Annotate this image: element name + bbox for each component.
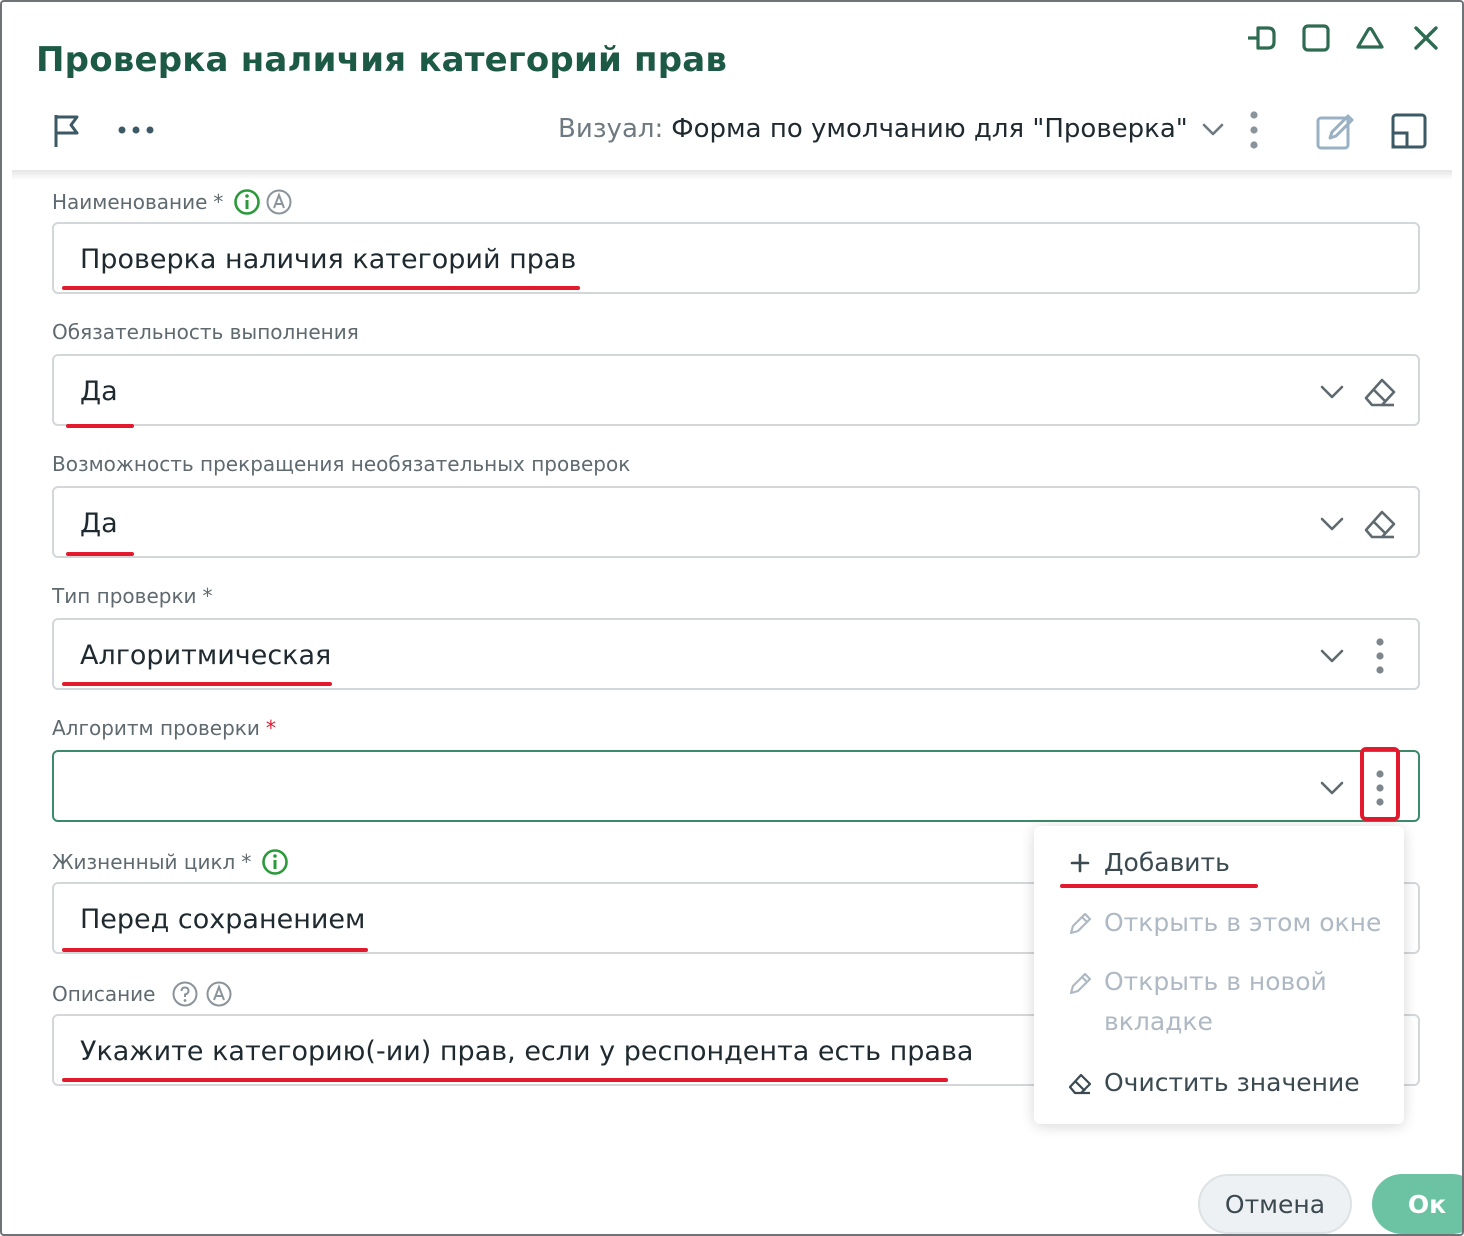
check-type-select-value: Алгоритмическая xyxy=(80,640,332,671)
menu-item-label: Открыть в новой xyxy=(1104,967,1327,996)
eraser-icon[interactable] xyxy=(1360,504,1400,544)
description-input-value: Укажите категорию(-ии) прав, если у респ… xyxy=(80,1036,974,1067)
pencil-icon xyxy=(1069,972,1092,995)
chevron-down-icon xyxy=(1202,123,1224,136)
required-mark: * xyxy=(202,584,213,608)
description-field-label: Описание xyxy=(52,980,233,1008)
plus-icon xyxy=(1070,853,1090,873)
eraser-icon xyxy=(1068,1073,1092,1095)
more-vertical-icon[interactable] xyxy=(1368,634,1392,678)
close-icon[interactable] xyxy=(1406,20,1446,56)
highlight-underline xyxy=(62,286,580,290)
mandatory-field-label: Обязательность выполнения xyxy=(52,320,359,344)
menu-item-add[interactable]: Добавить xyxy=(1066,848,1230,878)
chevron-down-icon[interactable] xyxy=(1318,510,1346,538)
highlight-underline xyxy=(62,1078,948,1082)
highlight-underline xyxy=(66,424,134,428)
more-horizontal-icon[interactable] xyxy=(114,114,158,146)
pencil-icon xyxy=(1069,912,1092,935)
mandatory-select-value: Да xyxy=(80,376,118,407)
eraser-icon[interactable] xyxy=(1360,372,1400,412)
highlight-underline xyxy=(62,948,368,952)
visual-selector[interactable]: Визуал: Форма по умолчанию для "Проверка… xyxy=(558,114,1226,144)
name-input-value: Проверка наличия категорий прав xyxy=(80,244,577,275)
toolbar-shadow xyxy=(12,170,1452,180)
name-field-label: Наименование * xyxy=(52,188,293,216)
auto-translate-icon[interactable] xyxy=(265,188,293,216)
more-vertical-icon[interactable] xyxy=(1240,108,1268,152)
mandatory-select[interactable]: Да xyxy=(52,354,1420,426)
lifecycle-select-value: Перед сохранением xyxy=(80,904,366,935)
highlight-box xyxy=(1360,747,1400,821)
description-label-text: Описание xyxy=(52,982,156,1006)
check-type-label-text: Тип проверки xyxy=(52,584,197,608)
required-mark: * xyxy=(213,190,224,214)
highlight-underline xyxy=(1060,884,1258,888)
termination-label-text: Возможность прекращения необязательных п… xyxy=(52,452,631,476)
check-type-field-label: Тип проверки * xyxy=(52,584,213,608)
highlight-underline xyxy=(66,552,134,556)
chevron-down-icon[interactable] xyxy=(1318,774,1346,802)
edit-form-icon[interactable] xyxy=(1312,108,1358,154)
chevron-down-icon[interactable] xyxy=(1318,642,1346,670)
help-icon[interactable] xyxy=(171,980,199,1008)
termination-field-label: Возможность прекращения необязательных п… xyxy=(52,452,630,476)
name-label-text: Наименование xyxy=(52,190,208,214)
mandatory-label-text: Обязательность выполнения xyxy=(52,320,359,344)
highlight-underline xyxy=(62,682,332,686)
algorithm-label-text: Алгоритм проверки xyxy=(52,716,260,740)
menu-item-label: Открыть в этом окне xyxy=(1104,908,1382,937)
info-icon[interactable] xyxy=(233,188,261,216)
name-input[interactable]: Проверка наличия категорий прав xyxy=(52,222,1420,294)
menu-item-label: Добавить xyxy=(1104,848,1230,877)
maximize-icon[interactable] xyxy=(1296,20,1336,56)
termination-select[interactable]: Да xyxy=(52,486,1420,558)
dialog-title: Проверка наличия категорий прав xyxy=(36,40,728,80)
algorithm-select[interactable] xyxy=(52,750,1420,822)
lifecycle-field-label: Жизненный цикл * xyxy=(52,848,289,876)
required-mark: * xyxy=(265,716,276,740)
collapse-icon[interactable] xyxy=(1350,20,1390,56)
layout-icon[interactable] xyxy=(1386,108,1432,154)
menu-item-label: вкладке xyxy=(1104,1007,1213,1036)
chevron-down-icon[interactable] xyxy=(1318,378,1346,406)
ok-button[interactable]: Ок xyxy=(1372,1174,1462,1234)
visual-label: Визуал: xyxy=(558,114,664,144)
menu-item-open-this-window[interactable]: Открыть в этом окне xyxy=(1066,908,1381,938)
check-type-select[interactable]: Алгоритмическая xyxy=(52,618,1420,690)
dialog-window: Проверка наличия категорий прав Визуал: … xyxy=(0,0,1464,1236)
context-menu: Добавить Открыть в этом окне Открыть в н… xyxy=(1034,826,1404,1124)
flag-icon[interactable] xyxy=(46,110,86,150)
pin-icon[interactable] xyxy=(1242,20,1282,56)
visual-value: Форма по умолчанию для "Проверка" xyxy=(671,114,1188,144)
required-mark: * xyxy=(241,850,252,874)
menu-item-open-new-tab[interactable]: Открыть в новой вкладке xyxy=(1066,967,1327,1042)
cancel-button[interactable]: Отмена xyxy=(1198,1174,1352,1234)
algorithm-field-label: Алгоритм проверки * xyxy=(52,716,276,740)
info-icon[interactable] xyxy=(261,848,289,876)
menu-item-clear-value[interactable]: Очистить значение xyxy=(1066,1068,1360,1098)
auto-translate-icon[interactable] xyxy=(205,980,233,1008)
lifecycle-label-text: Жизненный цикл xyxy=(52,850,236,874)
menu-item-label: Очистить значение xyxy=(1104,1068,1360,1097)
termination-select-value: Да xyxy=(80,508,118,539)
